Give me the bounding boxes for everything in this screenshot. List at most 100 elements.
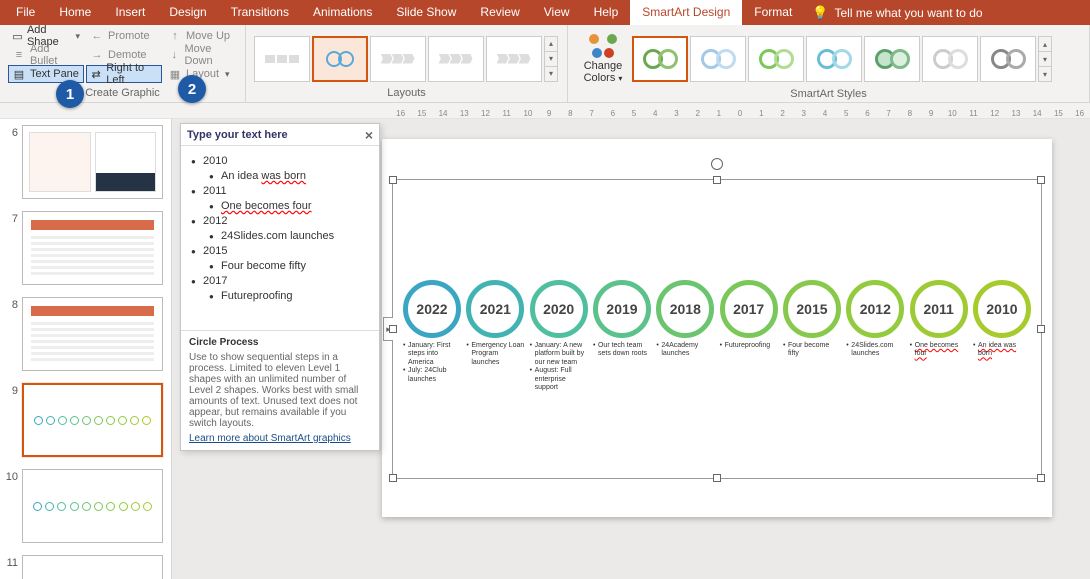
tab-file[interactable]: File (4, 0, 47, 25)
text-pane-bullet[interactable]: One becomes four (185, 200, 375, 212)
resize-handle-tr[interactable] (1037, 176, 1045, 184)
slide-thumbnails-panel[interactable]: 6 7 8 9 10 11 (0, 119, 172, 579)
style-option-2[interactable] (690, 36, 746, 82)
style-option-7[interactable] (980, 36, 1036, 82)
tab-design[interactable]: Design (157, 0, 218, 25)
text-pane-bullet[interactable]: 2010 (185, 155, 375, 167)
colors-icon (589, 34, 617, 58)
style-option-3[interactable] (748, 36, 804, 82)
slide-thumb-8[interactable]: 8 (0, 291, 171, 377)
rtl-icon: ⇄ (90, 68, 102, 81)
text-pane-bullet[interactable]: 2011 (185, 185, 375, 197)
group-label-layouts: Layouts (254, 86, 559, 102)
timeline-circle-2021[interactable]: 2021Emergency Loan Program launches (466, 280, 524, 392)
promote-button[interactable]: ←Promote (86, 27, 162, 45)
style-option-6[interactable] (922, 36, 978, 82)
resize-handle-bl[interactable] (389, 474, 397, 482)
tab-format[interactable]: Format (742, 0, 804, 25)
layout-option-1[interactable] (254, 36, 310, 82)
add-shape-icon: ▭ (12, 30, 23, 43)
tab-home[interactable]: Home (47, 0, 103, 25)
tab-review[interactable]: Review (468, 0, 531, 25)
tab-animations[interactable]: Animations (301, 0, 384, 25)
group-create-graphic: ▭Add Shape▾ ≡Add Bullet ▤Text Pane ←Prom… (0, 25, 246, 102)
menu-bar: File Home Insert Design Transitions Anim… (0, 0, 1090, 25)
tab-transitions[interactable]: Transitions (219, 0, 301, 25)
tab-view[interactable]: View (532, 0, 582, 25)
timeline-circle-2020[interactable]: 2020January: A new platform built by our… (530, 280, 588, 392)
resize-handle-tl[interactable] (389, 176, 397, 184)
group-layouts: ▴▾▾ Layouts (246, 25, 568, 102)
slide[interactable]: ▸ 2022January: First steps into AmericaJ… (382, 139, 1052, 517)
group-label-styles: SmartArt Styles (576, 87, 1081, 102)
lightbulb-icon: 💡 (812, 5, 828, 21)
learn-more-link[interactable]: Learn more about SmartArt graphics (189, 433, 351, 444)
group-smartart-styles: Change Colors ▾ ▴▾▾ SmartArt Styles (568, 25, 1090, 102)
text-pane-bullet[interactable]: 2015 (185, 245, 375, 257)
callout-badge-1: 1 (56, 80, 84, 108)
timeline-circle-2017[interactable]: 2017Futureproofing (720, 280, 778, 392)
timeline-circle-2011[interactable]: 2011One becomes four (910, 280, 968, 392)
style-option-4[interactable] (806, 36, 862, 82)
style-option-1[interactable] (632, 36, 688, 82)
text-pane-footer: Circle Process Use to show sequential st… (181, 331, 379, 450)
ribbon: ▭Add Shape▾ ≡Add Bullet ▤Text Pane ←Prom… (0, 25, 1090, 103)
layout-option-2[interactable] (312, 36, 368, 82)
demote-icon: → (90, 49, 104, 61)
timeline-circle-2022[interactable]: 2022January: First steps into AmericaJul… (403, 280, 461, 392)
text-pane-bullet[interactable]: Four become fifty (185, 260, 375, 272)
close-icon[interactable]: × (365, 127, 373, 143)
slide-thumb-6[interactable]: 6 (0, 119, 171, 205)
resize-handle-tm[interactable] (713, 176, 721, 184)
tab-smartart-design[interactable]: SmartArt Design (630, 0, 742, 25)
change-colors-button[interactable]: Change Colors ▾ (576, 31, 630, 87)
resize-handle-rm[interactable] (1037, 325, 1045, 333)
tell-me-search[interactable]: 💡 Tell me what you want to do (812, 5, 982, 21)
right-to-left-button[interactable]: ⇄Right to Left (86, 65, 162, 83)
rotate-handle[interactable] (711, 158, 723, 170)
style-option-5[interactable] (864, 36, 920, 82)
layouts-gallery-scroll[interactable]: ▴▾▾ (544, 36, 558, 82)
text-pane-bullet[interactable]: An idea was born (185, 170, 375, 182)
resize-handle-lm[interactable] (389, 325, 397, 333)
slide-thumb-10[interactable]: 10 (0, 463, 171, 549)
timeline-circle-2019[interactable]: 2019Our tech team sets down roots (593, 280, 651, 392)
slide-thumb-11[interactable]: 11 (0, 549, 171, 579)
callout-badge-2: 2 (178, 75, 206, 103)
slide-thumb-7[interactable]: 7 (0, 205, 171, 291)
text-pane-icon: ▤ (12, 68, 26, 81)
slide-thumb-9[interactable]: 9 (0, 377, 171, 463)
move-down-icon: ↓ (168, 49, 180, 61)
resize-handle-br[interactable] (1037, 474, 1045, 482)
timeline-circle-2012[interactable]: 201224Slides.com launches (846, 280, 904, 392)
move-up-icon: ↑ (168, 30, 182, 42)
tab-help[interactable]: Help (582, 0, 631, 25)
text-pane-bullet[interactable]: 2017 (185, 275, 375, 287)
tell-me-label: Tell me what you want to do (834, 6, 982, 20)
tab-insert[interactable]: Insert (103, 0, 157, 25)
timeline-circle-2015[interactable]: 2015Four become fifty (783, 280, 841, 392)
tab-slideshow[interactable]: Slide Show (384, 0, 468, 25)
chevron-down-icon: ▾ (618, 74, 622, 83)
layout-option-5[interactable] (486, 36, 542, 82)
bullet-icon: ≡ (12, 49, 26, 61)
text-pane-title: Type your text here (187, 129, 288, 141)
layout-option-3[interactable] (370, 36, 426, 82)
layout-option-4[interactable] (428, 36, 484, 82)
horizontal-ruler: 1615141312111098765432101234567891011121… (0, 103, 1090, 119)
main-area: 6 7 8 9 10 11 99 Type your text here × 2… (0, 119, 1090, 579)
resize-handle-bm[interactable] (713, 474, 721, 482)
chevron-down-icon: ▾ (75, 31, 80, 42)
layout-icon: ▦ (168, 68, 182, 81)
text-pane-bullet[interactable]: 24Slides.com launches (185, 230, 375, 242)
timeline-circle-2018[interactable]: 201824Academy launches (656, 280, 714, 392)
smartart-selection[interactable]: ▸ 2022January: First steps into AmericaJ… (392, 179, 1042, 479)
text-pane-body[interactable]: 2010 An idea was born 2011 One becomes four… (181, 146, 379, 331)
styles-gallery-scroll[interactable]: ▴▾▾ (1038, 36, 1052, 82)
move-down-button[interactable]: ↓Move Down (164, 46, 240, 64)
text-pane-bullet[interactable]: 2012 (185, 215, 375, 227)
smartart-text-pane: Type your text here × 2010 An idea was bo… (180, 123, 380, 451)
text-pane-bullet[interactable]: Futureproofing (185, 290, 375, 302)
add-bullet-button[interactable]: ≡Add Bullet (8, 46, 84, 64)
timeline-circle-2010[interactable]: 2010An idea was born (973, 280, 1031, 392)
